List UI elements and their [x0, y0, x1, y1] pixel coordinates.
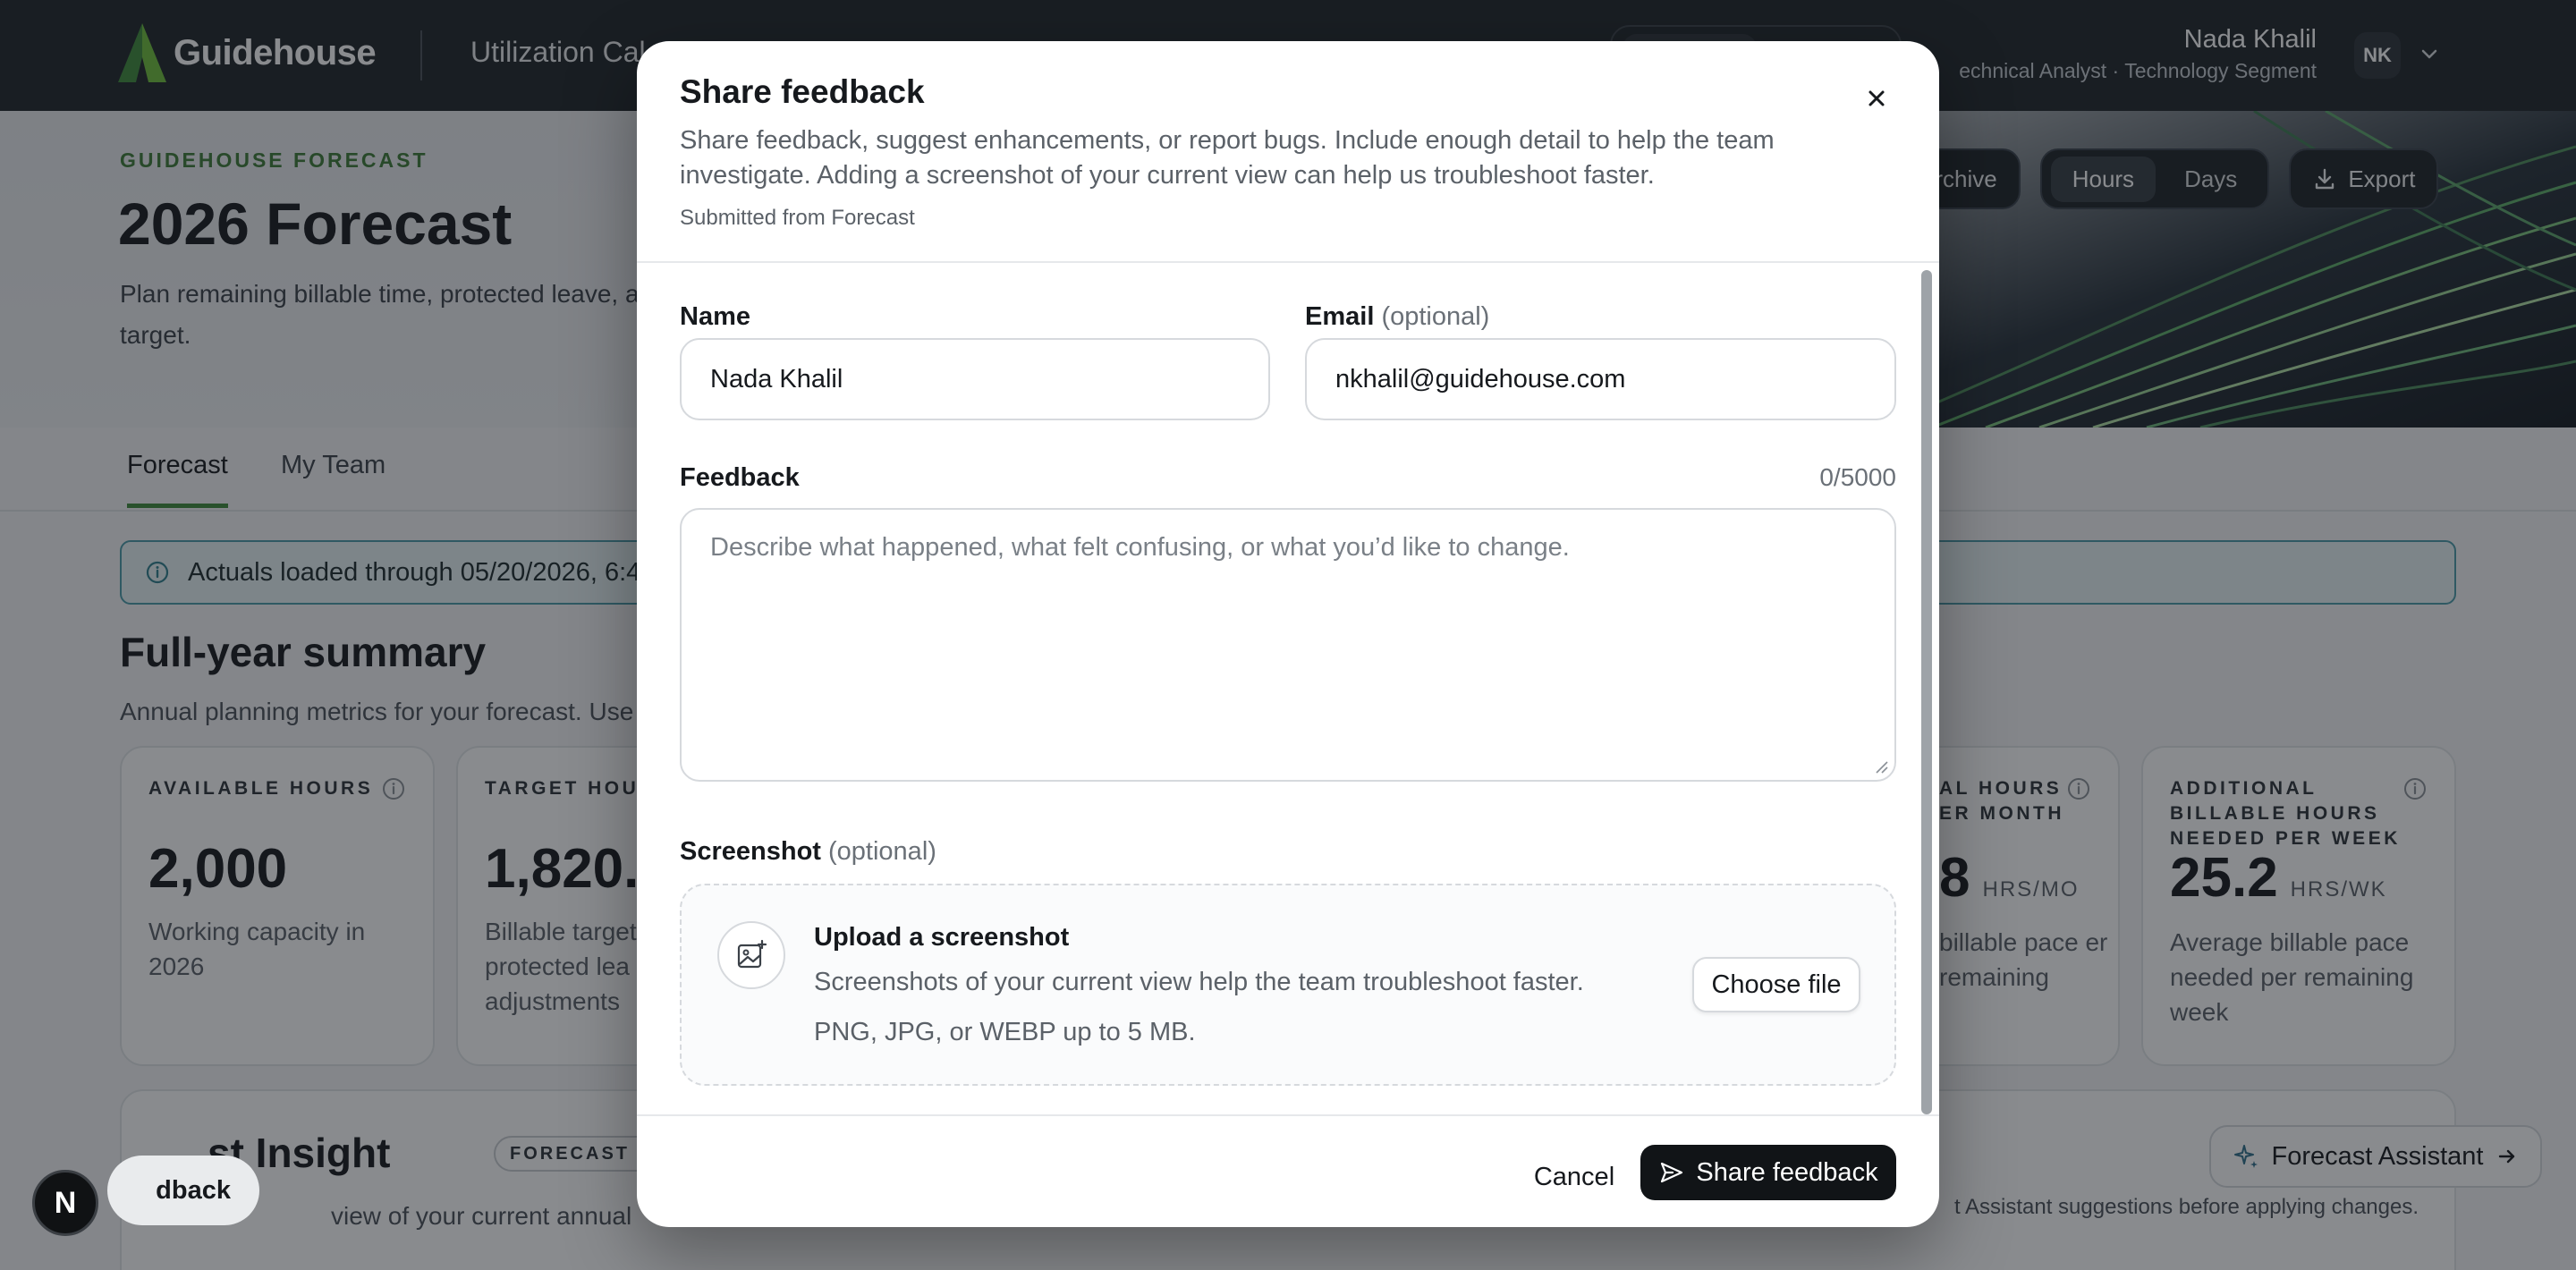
feedback-label: Feedback: [680, 463, 800, 492]
resize-handle-icon[interactable]: [1873, 758, 1889, 775]
email-label-text: Email: [1305, 302, 1375, 331]
feedback-fab-button[interactable]: dback: [107, 1156, 259, 1225]
close-button[interactable]: [1857, 79, 1896, 118]
screenshot-optional: (optional): [828, 837, 936, 866]
share-feedback-button[interactable]: Share feedback: [1640, 1145, 1896, 1200]
email-label: Email (optional): [1305, 302, 1489, 332]
feedback-char-counter: 0/5000: [1819, 463, 1896, 491]
upload-description: Screenshots of your current view help th…: [814, 968, 1584, 996]
screenshot-label: Screenshot (optional): [680, 837, 936, 867]
name-label: Name: [680, 302, 750, 331]
feedback-fab-label: dback: [156, 1175, 231, 1205]
send-icon: [1661, 1162, 1683, 1183]
dialog-description: Share feedback, suggest enhancements, or…: [680, 126, 1775, 190]
dialog-source: Submitted from Forecast: [680, 206, 915, 230]
email-optional: (optional): [1381, 302, 1490, 331]
dialog-title: Share feedback: [680, 73, 925, 110]
upload-format-hint: PNG, JPG, or WEBP up to 5 MB.: [814, 1018, 1196, 1046]
share-feedback-dialog: Share feedback Share feedback, suggest e…: [637, 41, 1939, 1227]
name-field[interactable]: Nada Khalil: [680, 338, 1270, 420]
close-icon: [1868, 90, 1885, 106]
cancel-button[interactable]: Cancel: [1513, 1150, 1635, 1204]
dialog-footer: Cancel Share feedback: [637, 1114, 1939, 1227]
email-field[interactable]: nkhalil@guidehouse.com: [1305, 338, 1896, 420]
nextjs-dev-badge[interactable]: N: [32, 1170, 98, 1236]
feedback-placeholder: Describe what happened, what felt confus…: [710, 533, 1570, 562]
upload-title: Upload a screenshot: [814, 923, 1070, 952]
dialog-header: Share feedback Share feedback, suggest e…: [637, 41, 1939, 263]
share-feedback-label: Share feedback: [1696, 1157, 1878, 1187]
dialog-scrollbar[interactable]: [1921, 270, 1932, 1114]
image-upload-icon: [717, 921, 785, 989]
screenshot-label-text: Screenshot: [680, 837, 821, 866]
nextjs-logo-icon: N: [54, 1185, 77, 1220]
screenshot-dropzone[interactable]: Upload a screenshot Screenshots of your …: [680, 884, 1896, 1086]
feedback-textarea[interactable]: Describe what happened, what felt confus…: [680, 508, 1896, 782]
choose-file-button[interactable]: Choose file: [1692, 957, 1860, 1012]
image-plus-icon: [737, 939, 767, 969]
